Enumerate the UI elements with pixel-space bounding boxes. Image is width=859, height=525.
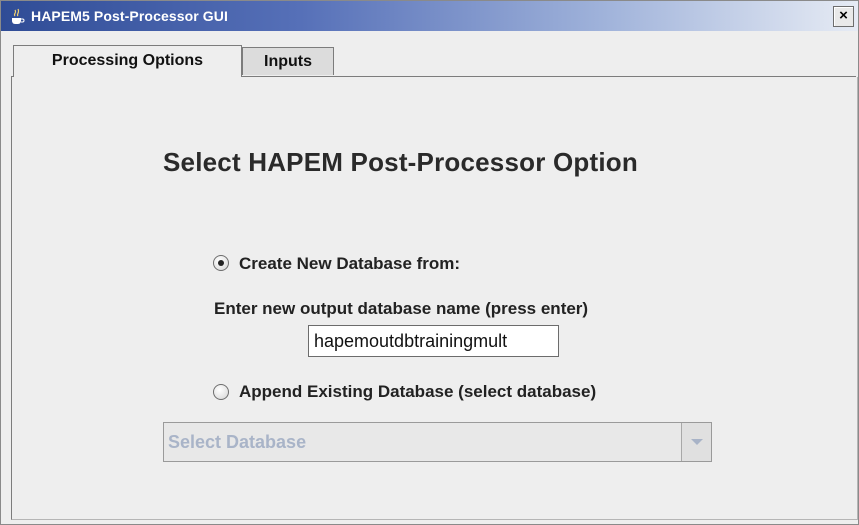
- window-title: HAPEM5 Post-Processor GUI: [31, 8, 228, 24]
- create-new-database-label[interactable]: Create New Database from:: [239, 254, 460, 274]
- database-name-input[interactable]: [308, 325, 559, 357]
- db-name-prompt: Enter new output database name (press en…: [214, 299, 589, 318]
- append-existing-database-radio[interactable]: [213, 384, 229, 400]
- database-select-dropdown-button[interactable]: [681, 423, 711, 461]
- create-new-database-radio[interactable]: [213, 255, 229, 271]
- close-icon: ×: [839, 7, 848, 24]
- java-cup-icon: [12, 8, 25, 24]
- tab-processing-options[interactable]: Processing Options: [13, 45, 242, 77]
- page-title: Select HAPEM Post-Processor Option: [163, 147, 638, 177]
- title-bar[interactable]: HAPEM5 Post-Processor GUI ×: [1, 1, 858, 31]
- append-existing-database-label[interactable]: Append Existing Database (select databas…: [239, 382, 596, 402]
- close-button[interactable]: ×: [833, 6, 854, 27]
- database-select-value: Select Database: [168, 432, 307, 452]
- tab-inputs[interactable]: Inputs: [242, 47, 334, 75]
- chevron-down-icon: [691, 439, 703, 445]
- app-window: HAPEM5 Post-Processor GUI × Processing O…: [0, 0, 859, 525]
- radio-selected-dot: [218, 260, 224, 266]
- database-select[interactable]: Select Database: [163, 422, 712, 462]
